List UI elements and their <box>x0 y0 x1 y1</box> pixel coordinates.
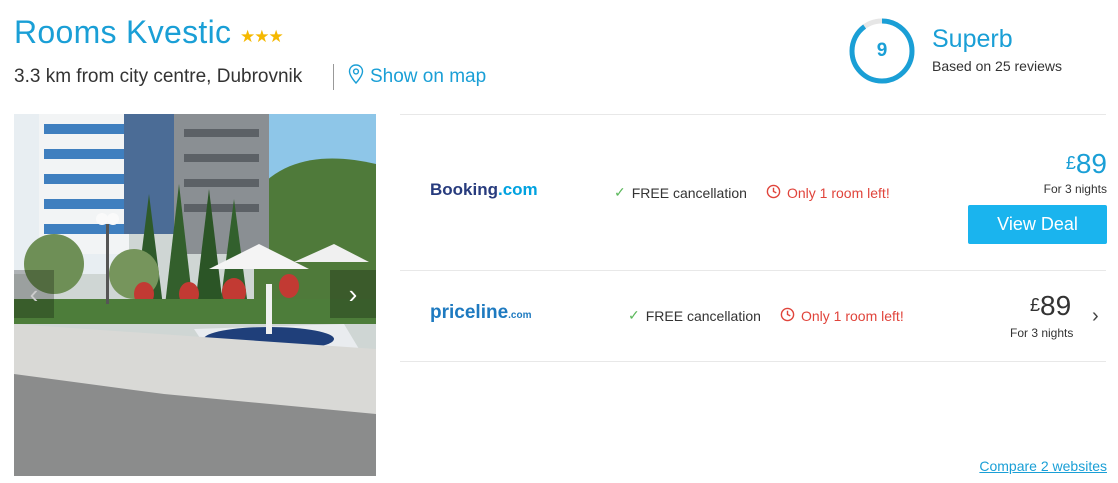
chevron-right-icon[interactable]: › <box>1092 305 1099 328</box>
free-cancellation: ✓ FREE cancellation <box>614 184 747 201</box>
map-pin-icon <box>348 64 364 90</box>
clock-icon <box>780 307 795 325</box>
check-icon: ✓ <box>614 184 626 200</box>
price-value: 89 <box>1040 290 1072 321</box>
feature-label: FREE cancellation <box>631 184 747 201</box>
review-count: Based on 25 reviews <box>932 58 1062 74</box>
warning-label: Only 1 room left! <box>787 185 890 201</box>
availability-warning: Only 1 room left! <box>766 184 890 202</box>
priceline-logo[interactable]: priceline.com <box>430 302 532 324</box>
free-cancellation: ✓ FREE cancellation <box>628 307 761 324</box>
divider <box>400 114 1106 115</box>
rating-word: Superb <box>932 25 1013 53</box>
divider <box>400 270 1106 271</box>
check-icon: ✓ <box>628 307 640 323</box>
currency-symbol: £ <box>1065 153 1076 173</box>
hotel-name[interactable]: Rooms Kvestic <box>14 14 231 51</box>
show-on-map-link[interactable]: Show on map <box>348 64 486 90</box>
rating-score: 9 <box>876 40 888 61</box>
hotel-photo[interactable] <box>14 114 376 476</box>
deal-price: £89 <box>1066 148 1107 180</box>
divider <box>400 361 1106 362</box>
warning-label: Only 1 room left! <box>801 308 904 324</box>
price-value: 89 <box>1075 148 1107 179</box>
chevron-right-icon: › <box>348 278 358 309</box>
divider <box>333 64 334 90</box>
deal-price: £89 <box>1030 290 1071 322</box>
show-on-map-label: Show on map <box>370 66 487 87</box>
provider-name: priceline <box>430 302 509 323</box>
view-deal-button[interactable]: View Deal <box>968 205 1107 244</box>
booking-logo[interactable]: Booking.com <box>430 180 538 200</box>
star-rating-icon: ★★★ <box>240 27 284 46</box>
stay-length: For 3 nights <box>1043 182 1107 196</box>
compare-websites-link[interactable]: Compare 2 websites <box>979 458 1107 474</box>
stay-length: For 3 nights <box>1010 326 1074 340</box>
provider-suffix: .com <box>508 310 532 321</box>
currency-symbol: £ <box>1030 295 1041 315</box>
clock-icon <box>766 184 781 202</box>
hotel-location: 3.3 km from city centre, Dubrovnik <box>14 66 303 87</box>
provider-name: Booking <box>430 180 498 199</box>
gallery-prev-button[interactable]: ‹ <box>14 270 54 318</box>
gallery-next-button[interactable]: › <box>330 270 376 318</box>
availability-warning: Only 1 room left! <box>780 307 904 325</box>
provider-suffix: .com <box>498 180 538 199</box>
chevron-left-icon: ‹ <box>29 278 39 309</box>
feature-label: FREE cancellation <box>645 307 761 324</box>
